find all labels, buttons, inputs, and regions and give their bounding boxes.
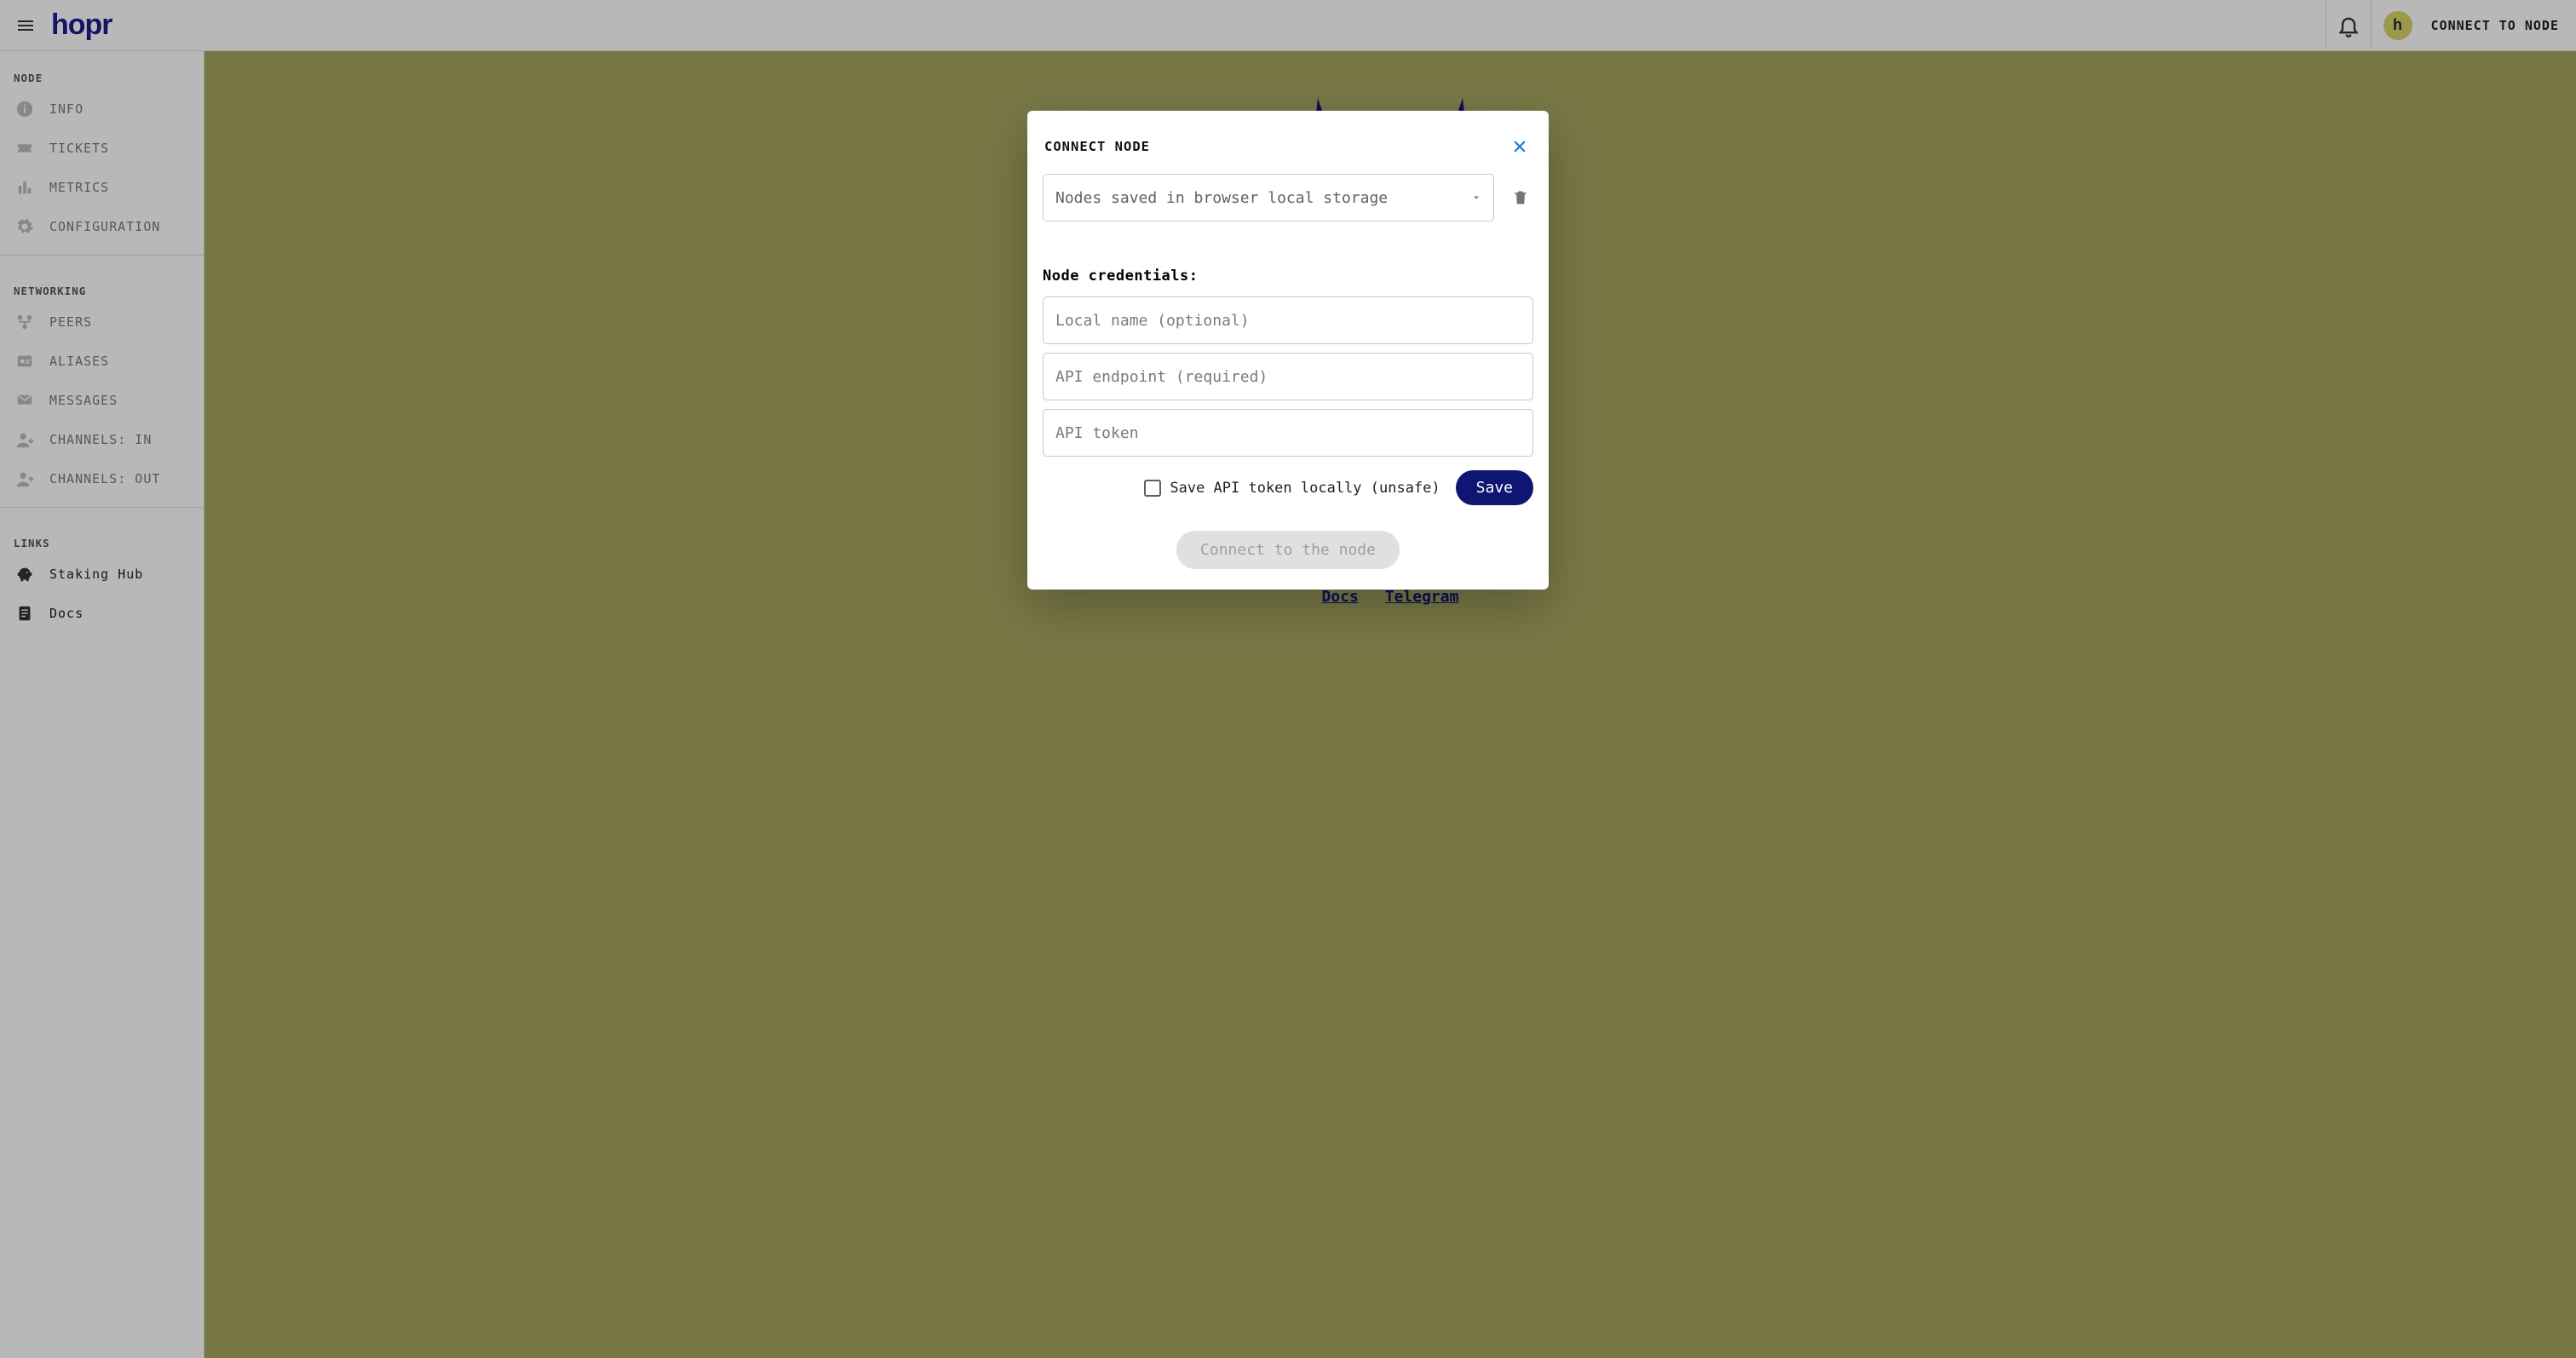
modal-overlay[interactable]: CONNECT NODE Nodes saved in browser loca… <box>0 0 2576 1358</box>
connect-node-modal: CONNECT NODE Nodes saved in browser loca… <box>1027 111 1549 590</box>
api-endpoint-input[interactable] <box>1043 353 1533 400</box>
saved-nodes-select[interactable]: Nodes saved in browser local storage <box>1043 174 1494 222</box>
checkbox-label: Save API token locally (unsafe) <box>1170 480 1440 497</box>
modal-close-button[interactable] <box>1508 135 1532 158</box>
modal-title: CONNECT NODE <box>1044 139 1150 154</box>
connect-to-node-button[interactable]: Connect to the node <box>1176 531 1400 569</box>
credentials-label: Node credentials: <box>1043 268 1533 285</box>
trash-icon <box>1512 188 1529 207</box>
chevron-down-icon <box>1471 193 1481 203</box>
select-label: Nodes saved in browser local storage <box>1055 189 1388 207</box>
close-icon <box>1511 138 1528 155</box>
checkbox-icon <box>1144 480 1161 497</box>
save-button[interactable]: Save <box>1456 470 1533 505</box>
save-token-checkbox[interactable]: Save API token locally (unsafe) <box>1144 480 1440 497</box>
local-name-input[interactable] <box>1043 296 1533 344</box>
delete-saved-node-button[interactable] <box>1508 185 1533 210</box>
api-token-input[interactable] <box>1043 409 1533 457</box>
